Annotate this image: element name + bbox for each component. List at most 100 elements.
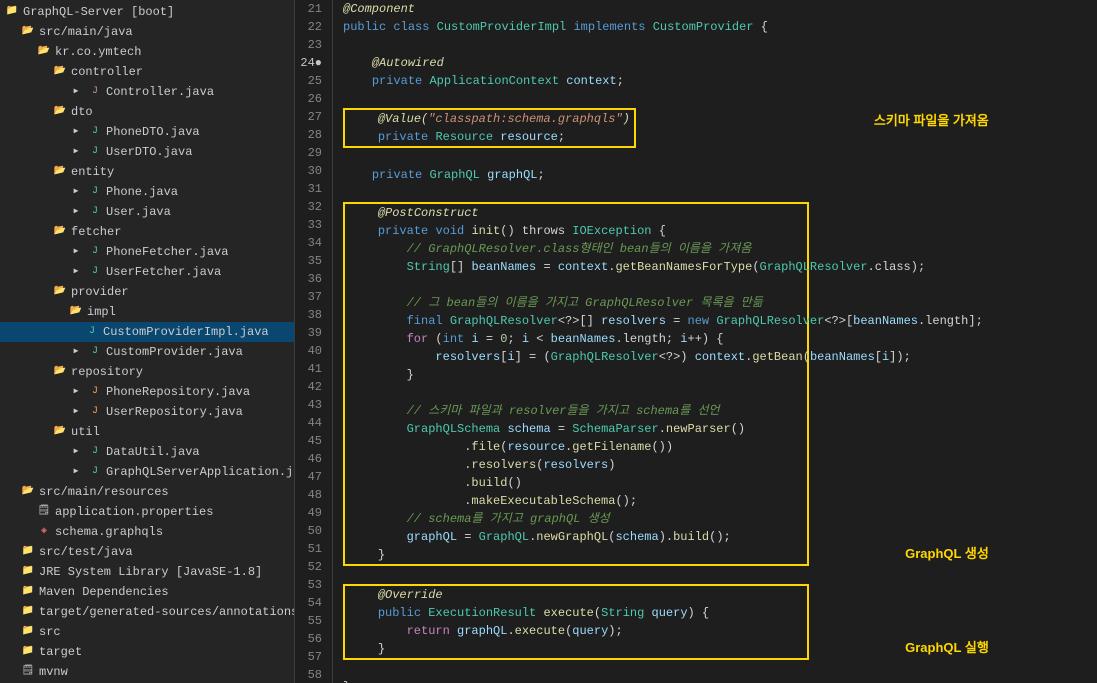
code-line-23 [343,36,989,54]
java-icon: J [87,264,103,280]
tree-jre[interactable]: 📁 JRE System Library [JavaSE-1.8] [0,562,294,582]
folder-icon: 📂 [52,424,68,440]
tree-provider-label: provider [71,283,129,301]
tree-dto-label: dto [71,103,93,121]
tree-provider[interactable]: 📂 provider [0,282,294,302]
code-line-28: private Resource resource; [349,128,630,146]
tree-src[interactable]: 📁 src [0,622,294,642]
tree-fetcher[interactable]: 📂 fetcher [0,222,294,242]
ln-38: 38 [300,306,322,324]
tree-schema[interactable]: ◈ schema.graphqls [0,522,294,542]
tree-controller-java[interactable]: ▶ J Controller.java [0,82,294,102]
override-box: @Override public ExecutionResult execute… [343,584,989,660]
ln-21: 21 [300,0,322,18]
file-tree: 📁 GraphQL-Server [boot] 📂 src/main/java … [0,0,295,683]
folder-closed-icon: 📁 [20,644,36,660]
tree-phonefetcher-label: PhoneFetcher.java [106,243,228,261]
tree-test[interactable]: 📁 src/test/java [0,542,294,562]
code-line-30: private GraphQL graphQL; [343,166,989,184]
tree-userdto[interactable]: ▶ J UserDTO.java [0,142,294,162]
ln-25: 25 [300,72,322,90]
tree-mvnw[interactable]: 🗒 mvnw [0,662,294,682]
code-line-56: } [349,640,803,658]
tree-root-label: GraphQL-Server [boot] [23,3,174,21]
tree-resources-label: src/main/resources [39,483,169,501]
folder-icon: 📂 [36,44,52,60]
tree-entity[interactable]: 📂 entity [0,162,294,182]
arrow-icon: ▶ [68,244,84,260]
java-icon: J [87,464,103,480]
tree-customproviderimpl-label: CustomProviderImpl.java [103,323,269,341]
tree-phone-java[interactable]: ▶ J Phone.java [0,182,294,202]
tree-util[interactable]: 📂 util [0,422,294,442]
java-icon: J [87,384,103,400]
code-line-47: .build() [349,474,803,492]
arrow-icon: ▶ [68,184,84,200]
code-line-32: @PostConstruct [349,204,803,222]
tree-appprops[interactable]: 🗒 application.properties [0,502,294,522]
schema-highlight-box: @Value("classpath:schema.graphqls") priv… [343,108,989,148]
folder-icon: 📂 [52,284,68,300]
tree-mvnw-label: mvnw [39,663,68,681]
callout-schema: 스키마 파일을 가져옴 [874,110,989,129]
tree-phonedto[interactable]: ▶ J PhoneDTO.java [0,122,294,142]
code-line-38: final GraphQLResolver<?>[] resolvers = n… [349,312,803,330]
code-line-57 [343,660,989,678]
tree-repository-label: repository [71,363,143,381]
folder-icon: 📂 [20,24,36,40]
code-line-33: private void init() throws IOException { [349,222,803,240]
arrow-icon: ▶ [68,384,84,400]
ln-22: 22 [300,18,322,36]
tree-customproviderimpl[interactable]: J CustomProviderImpl.java [0,322,294,342]
tree-jre-label: JRE System Library [JavaSE-1.8] [39,563,262,581]
tree-phonerepo[interactable]: ▶ J PhoneRepository.java [0,382,294,402]
tree-controller-label: controller [71,63,143,81]
graphqls-icon: ◈ [36,524,52,540]
tree-graphqlapp[interactable]: ▶ J GraphQLServerApplication.java [0,462,294,482]
ln-35: 35 [300,252,322,270]
ln-56: 56 [300,630,322,648]
tree-phonerepo-label: PhoneRepository.java [106,383,250,401]
tree-kr-co[interactable]: 📂 kr.co.ymtech [0,42,294,62]
java-icon: J [87,204,103,220]
props-icon: 🗒 [36,504,52,520]
tree-resources[interactable]: 📂 src/main/resources [0,482,294,502]
tree-userfetcher-label: UserFetcher.java [106,263,221,281]
tree-userfetcher[interactable]: ▶ J UserFetcher.java [0,262,294,282]
tree-root[interactable]: 📁 GraphQL-Server [boot] [0,2,294,22]
tree-src-label: src [39,623,61,641]
tree-src-main-java[interactable]: 📂 src/main/java [0,22,294,42]
tree-phonefetcher[interactable]: ▶ J PhoneFetcher.java [0,242,294,262]
code-line-37: // 그 bean들의 이름을 가지고 GraphQLResolver 목록을 … [349,294,803,312]
ln-49: 49 [300,504,322,522]
tree-customprovider[interactable]: ▶ J CustomProvider.java [0,342,294,362]
ln-57: 57 [300,648,322,666]
tree-controller[interactable]: 📂 controller [0,62,294,82]
tree-target[interactable]: 📁 target [0,642,294,662]
tree-fetcher-label: fetcher [71,223,121,241]
tree-target-label: target [39,643,82,661]
tree-repository[interactable]: 📂 repository [0,362,294,382]
ln-27: 27 [300,108,322,126]
ln-44: 44 [300,414,322,432]
code-line-36 [349,276,803,294]
tree-userrepo-label: UserRepository.java [106,403,243,421]
code-line-48: .makeExecutableSchema(); [349,492,803,510]
ln-30: 30 [300,162,322,180]
code-line-50: graphQL = GraphQL.newGraphQL(schema).bui… [349,528,803,546]
tree-util-label: util [71,423,100,441]
tree-datautil[interactable]: ▶ J DataUtil.java [0,442,294,462]
code-line-26 [343,90,989,108]
callout-graphql-create: GraphQL 생성 [905,543,989,562]
tree-userrepo[interactable]: ▶ J UserRepository.java [0,402,294,422]
ln-53: 53 [300,576,322,594]
tree-maven[interactable]: 📁 Maven Dependencies [0,582,294,602]
code-content[interactable]: 21 22 23 24● 25 26 27 28 29 30 31 32 33 … [295,0,1097,683]
tree-user-java[interactable]: ▶ J User.java [0,202,294,222]
ln-47: 47 [300,468,322,486]
code-line-42 [349,384,803,402]
folder-icon: 📂 [52,104,68,120]
tree-impl[interactable]: 📂 impl [0,302,294,322]
tree-dto[interactable]: 📂 dto [0,102,294,122]
tree-target-gen[interactable]: 📁 target/generated-sources/annotations [0,602,294,622]
